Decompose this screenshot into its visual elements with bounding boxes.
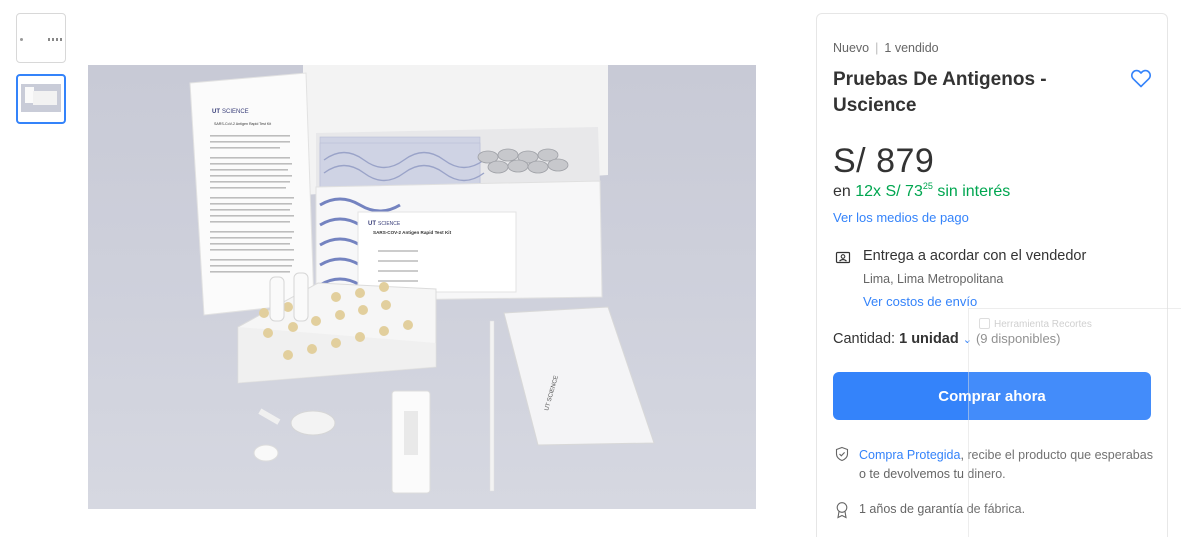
product-subtitle: Nuevo | 1 vendido	[833, 41, 939, 55]
thumbnail-dot	[20, 38, 23, 41]
product-photo-illustration: UT SCIENCE SARS-COV-2 Antigen Rapid Test…	[189, 65, 655, 494]
thumbnail-1[interactable]	[16, 13, 66, 63]
shield-check-icon	[834, 446, 850, 462]
box-brand-text: SCIENCE	[378, 221, 401, 227]
svg-text:UT: UT	[212, 109, 220, 115]
sold-count: 1 vendido	[884, 41, 939, 55]
thumbnail-2[interactable]	[16, 74, 66, 124]
thumbnail-list	[16, 13, 66, 135]
quantity-selector[interactable]: Cantidad: 1 unidad ⌄ (9 disponibles)	[833, 331, 1061, 347]
warranty-text: 1 años de garantía de fábrica.	[859, 502, 1026, 516]
installments-info: en 12x S/ 7325 sin interés	[833, 181, 1010, 201]
quantity-value: 1 unidad	[899, 331, 959, 347]
delivery-icon	[835, 250, 851, 266]
medal-icon	[834, 501, 850, 519]
payment-methods-link[interactable]: Ver los medios de pago	[833, 210, 969, 225]
product-title: Pruebas De Antigenos - Uscience	[833, 69, 1047, 116]
purchase-protection-text: Compra Protegida, recibe el producto que…	[859, 446, 1154, 484]
heart-icon[interactable]	[1129, 66, 1153, 90]
svg-text:UT: UT	[368, 221, 376, 227]
product-image[interactable]: UT SCIENCE SARS-COV-2 Antigen Rapid Test…	[88, 65, 756, 509]
leaflet-title-text: SARS-CoV-2 Antigen Rapid Test Kit	[214, 122, 271, 126]
leaflet-brand-text: SCIENCE	[222, 109, 249, 115]
scissors-icon	[979, 318, 990, 329]
quantity-available: (9 disponibles)	[975, 331, 1061, 346]
installments-amount: 12x S/ 7325 sin interés	[855, 181, 1011, 200]
delivery-location: Lima, Lima Metropolitana	[863, 272, 1004, 286]
shipping-costs-link[interactable]: Ver costos de envío	[863, 294, 977, 309]
product-info-panel: Nuevo | 1 vendido Pruebas De Antigenos - U…	[816, 13, 1168, 537]
installments-prefix: en	[833, 183, 851, 200]
thumbnail-image	[21, 84, 61, 112]
condition-label: Nuevo	[833, 41, 870, 55]
protected-purchase-link[interactable]: Compra Protegida	[859, 448, 960, 462]
buy-now-button[interactable]: Comprar ahora	[833, 372, 1151, 420]
delivery-title: Entrega a acordar con el vendedor	[863, 248, 1087, 264]
chevron-down-icon: ⌄	[962, 334, 972, 346]
box-title-text: SARS-COV-2 Antigen Rapid Test Kit	[373, 230, 452, 235]
thumbnail-dots	[48, 38, 62, 41]
snipping-tool-label: Herramienta Recortes	[994, 319, 1092, 330]
product-price: S/ 879	[833, 142, 935, 180]
quantity-label: Cantidad:	[833, 331, 896, 347]
